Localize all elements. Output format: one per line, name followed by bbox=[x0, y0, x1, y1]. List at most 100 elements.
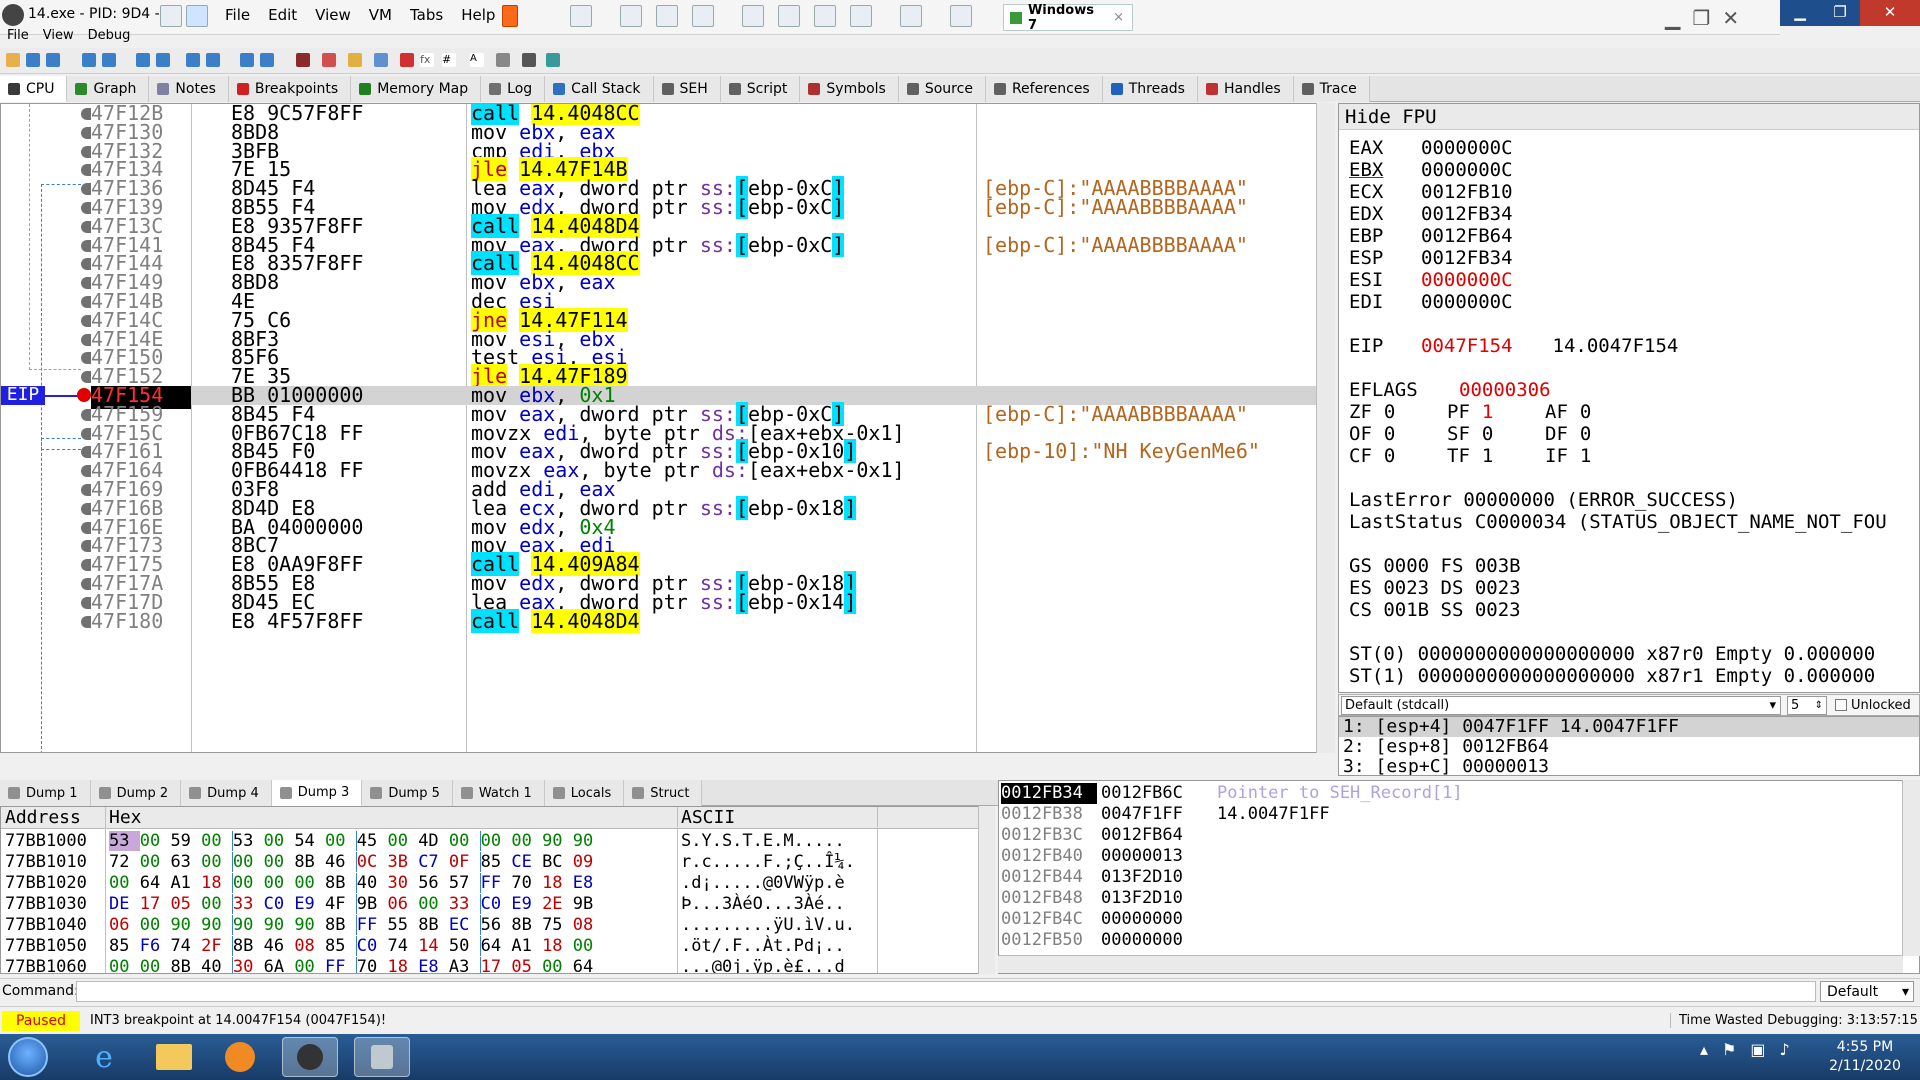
breakpoint-slot-icon[interactable] bbox=[81, 578, 91, 590]
run-to-user-code-icon[interactable] bbox=[260, 53, 274, 67]
breakpoint-slot-icon[interactable] bbox=[81, 502, 91, 515]
tab-log[interactable]: Log bbox=[481, 76, 546, 102]
dump-row[interactable]: 77BB1020 00 64 A1 18 00 00 00 8B 40 30 56… bbox=[1, 873, 977, 894]
console-icon[interactable] bbox=[900, 5, 922, 27]
breakpoint-slot-icon[interactable] bbox=[81, 183, 91, 196]
breakpoint-slot-icon[interactable] bbox=[81, 615, 91, 628]
breakpoint-slot-icon[interactable] bbox=[81, 258, 91, 271]
stretch-icon[interactable] bbox=[950, 5, 972, 27]
register-esi[interactable]: ESI 0000000C bbox=[1349, 269, 1513, 291]
breakpoint-slot-icon[interactable] bbox=[81, 314, 91, 327]
register-ebp[interactable]: EBP 0012FB64 bbox=[1349, 225, 1513, 247]
volume-icon[interactable]: ♪ bbox=[1780, 1040, 1790, 1059]
media-player-icon[interactable] bbox=[212, 1037, 268, 1077]
tab-call-stack[interactable]: Call Stack bbox=[545, 76, 654, 102]
register-eip[interactable]: EIP 0047F154 14.0047F154 bbox=[1349, 335, 1678, 357]
guest-restore-icon[interactable]: ❐ bbox=[1820, 0, 1860, 26]
breakpoint-slot-icon[interactable] bbox=[81, 145, 91, 158]
vm-menu-edit[interactable]: Edit bbox=[259, 6, 306, 24]
flag-cf[interactable]: CF 0 bbox=[1349, 445, 1447, 467]
variables-icon[interactable]: # bbox=[442, 53, 456, 67]
stack-row[interactable]: 0012FB44 013F2D10 bbox=[999, 867, 1899, 888]
flag-sf[interactable]: SF 0 bbox=[1447, 423, 1545, 445]
tab-references[interactable]: References bbox=[985, 76, 1103, 102]
register-eax[interactable]: EAX 0000000C bbox=[1349, 137, 1513, 159]
tab-dump-5[interactable]: Dump 5 bbox=[362, 780, 453, 806]
menu-file[interactable]: File bbox=[0, 28, 36, 46]
fullscreen-icon[interactable] bbox=[814, 5, 836, 27]
stack-row[interactable]: 0012FB34 0012FB6C Pointer to SEH_Record[1] bbox=[999, 783, 1899, 804]
dump-row[interactable]: 77BB1030 DE 17 05 00 33 C0 E9 4F 9B 06 00… bbox=[1, 894, 977, 915]
tab-breakpoints[interactable]: Breakpoints bbox=[228, 76, 352, 102]
breakpoint-slot-icon[interactable] bbox=[81, 126, 91, 139]
vm-menu-help[interactable]: Help bbox=[452, 6, 504, 24]
flag-zf[interactable]: ZF 0 bbox=[1349, 401, 1447, 423]
minimize-icon[interactable]: ▁ bbox=[1665, 6, 1680, 30]
tab-seh[interactable]: SEH bbox=[653, 76, 721, 102]
hide-fpu-toggle[interactable]: Hide FPU bbox=[1339, 104, 1919, 130]
revert-snapshot-icon[interactable] bbox=[656, 5, 678, 27]
dump-row[interactable]: 77BB1060 00 00 8B 40 30 6A 00 FF 70 18 E8… bbox=[1, 957, 977, 973]
flag-df[interactable]: DF 0 bbox=[1545, 423, 1643, 445]
stack-row[interactable]: 0012FB40 00000013 bbox=[999, 846, 1899, 867]
command-input[interactable] bbox=[76, 981, 1816, 1002]
registers-panel[interactable]: Hide FPU EAX 0000000C EBX 0000000C ECX 0012FB… bbox=[1338, 103, 1920, 693]
tab-dump-2[interactable]: Dump 2 bbox=[90, 780, 182, 806]
show-hidden-icons-icon[interactable]: ▴ bbox=[1700, 1040, 1708, 1059]
action-center-icon[interactable]: ⚑ bbox=[1722, 1040, 1736, 1059]
lock-icon[interactable] bbox=[354, 1037, 410, 1077]
tab-graph[interactable]: Graph bbox=[67, 76, 150, 102]
tab-dump-3[interactable]: Dump 3 bbox=[271, 780, 363, 806]
vm-menu-file[interactable]: File bbox=[216, 6, 259, 24]
stack-horizontal-scrollbar[interactable] bbox=[998, 955, 1903, 973]
register-ebx[interactable]: EBX 0000000C bbox=[1349, 159, 1513, 181]
segment-registers[interactable]: CS 001B SS 0023 bbox=[1349, 599, 1521, 621]
trace-into-icon[interactable] bbox=[186, 53, 200, 67]
calling-convention-select[interactable]: Default (stdcall) ▾ bbox=[1341, 696, 1781, 715]
run-icon[interactable] bbox=[82, 53, 96, 67]
help-icon[interactable] bbox=[546, 53, 560, 67]
segment-registers[interactable]: GS 0000 FS 003B bbox=[1349, 555, 1521, 577]
fpu-register[interactable]: ST(1) 0000000000000000000 x87r1 Empty 0.… bbox=[1349, 665, 1875, 687]
tab-dump-1[interactable]: Dump 1 bbox=[0, 780, 91, 806]
maximize-icon[interactable]: ❐ bbox=[1692, 6, 1710, 30]
stack-view[interactable]: 0012FB34 0012FB6C Pointer to SEH_Record[1]… bbox=[998, 780, 1920, 974]
calculator-icon[interactable] bbox=[496, 53, 510, 67]
tab-memory-map[interactable]: Memory Map bbox=[351, 76, 482, 102]
breakpoint-slot-icon[interactable] bbox=[81, 446, 91, 459]
breakpoint-slot-icon[interactable] bbox=[81, 239, 91, 252]
close-tab-icon[interactable]: × bbox=[1113, 10, 1124, 25]
breakpoint-slot-icon[interactable] bbox=[81, 559, 91, 572]
patch-icon[interactable] bbox=[322, 53, 336, 67]
sidebar-toggle-icon[interactable] bbox=[742, 5, 764, 27]
guest-minimize-icon[interactable]: ▁ bbox=[1780, 0, 1820, 26]
close-icon[interactable]: ✕ bbox=[1722, 6, 1739, 30]
segment-registers[interactable]: ES 0023 DS 0023 bbox=[1349, 577, 1521, 599]
vm-view-icon[interactable] bbox=[186, 5, 208, 27]
tab-trace[interactable]: Trace bbox=[1293, 76, 1370, 102]
internet-explorer-icon[interactable]: e bbox=[76, 1037, 132, 1077]
thumbnail-icon[interactable] bbox=[778, 5, 800, 27]
breakpoint-slot-icon[interactable] bbox=[81, 164, 91, 177]
breakpoint-slot-icon[interactable] bbox=[81, 521, 91, 534]
vm-menu-tabs[interactable]: Tabs bbox=[401, 6, 452, 24]
breakpoint-slot-icon[interactable] bbox=[81, 596, 91, 609]
folder-icon[interactable] bbox=[146, 1037, 202, 1077]
breakpoint-slot-icon[interactable] bbox=[81, 352, 91, 365]
send-keys-icon[interactable] bbox=[570, 5, 592, 27]
stack-arg-row[interactable]: 1: [esp+4] 0047F1FF 14.0047F1FF bbox=[1339, 717, 1919, 737]
tab-watch-1[interactable]: Watch 1 bbox=[452, 780, 545, 806]
pause-icon[interactable] bbox=[102, 53, 116, 67]
flag-if[interactable]: IF 1 bbox=[1545, 445, 1643, 467]
hex-dump-view[interactable]: Address Hex ASCII 77BB1000 53 00 59 00 53… bbox=[0, 806, 995, 974]
stack-row[interactable]: 0012FB48 013F2D10 bbox=[999, 888, 1899, 909]
menu-debug[interactable]: Debug bbox=[81, 28, 138, 46]
register-edi[interactable]: EDI 0000000C bbox=[1349, 291, 1513, 313]
register-edx[interactable]: EDX 0012FB34 bbox=[1349, 203, 1513, 225]
stack-vertical-scrollbar[interactable] bbox=[1902, 780, 1920, 956]
breakpoint-slot-icon[interactable] bbox=[81, 465, 91, 478]
functions-icon[interactable]: fx bbox=[420, 53, 434, 67]
breakpoint-slot-icon[interactable] bbox=[81, 427, 91, 440]
fpu-register[interactable]: ST(0) 0000000000000000000 x87r0 Empty 0.… bbox=[1349, 643, 1875, 665]
dump-vertical-scrollbar[interactable] bbox=[978, 806, 995, 974]
